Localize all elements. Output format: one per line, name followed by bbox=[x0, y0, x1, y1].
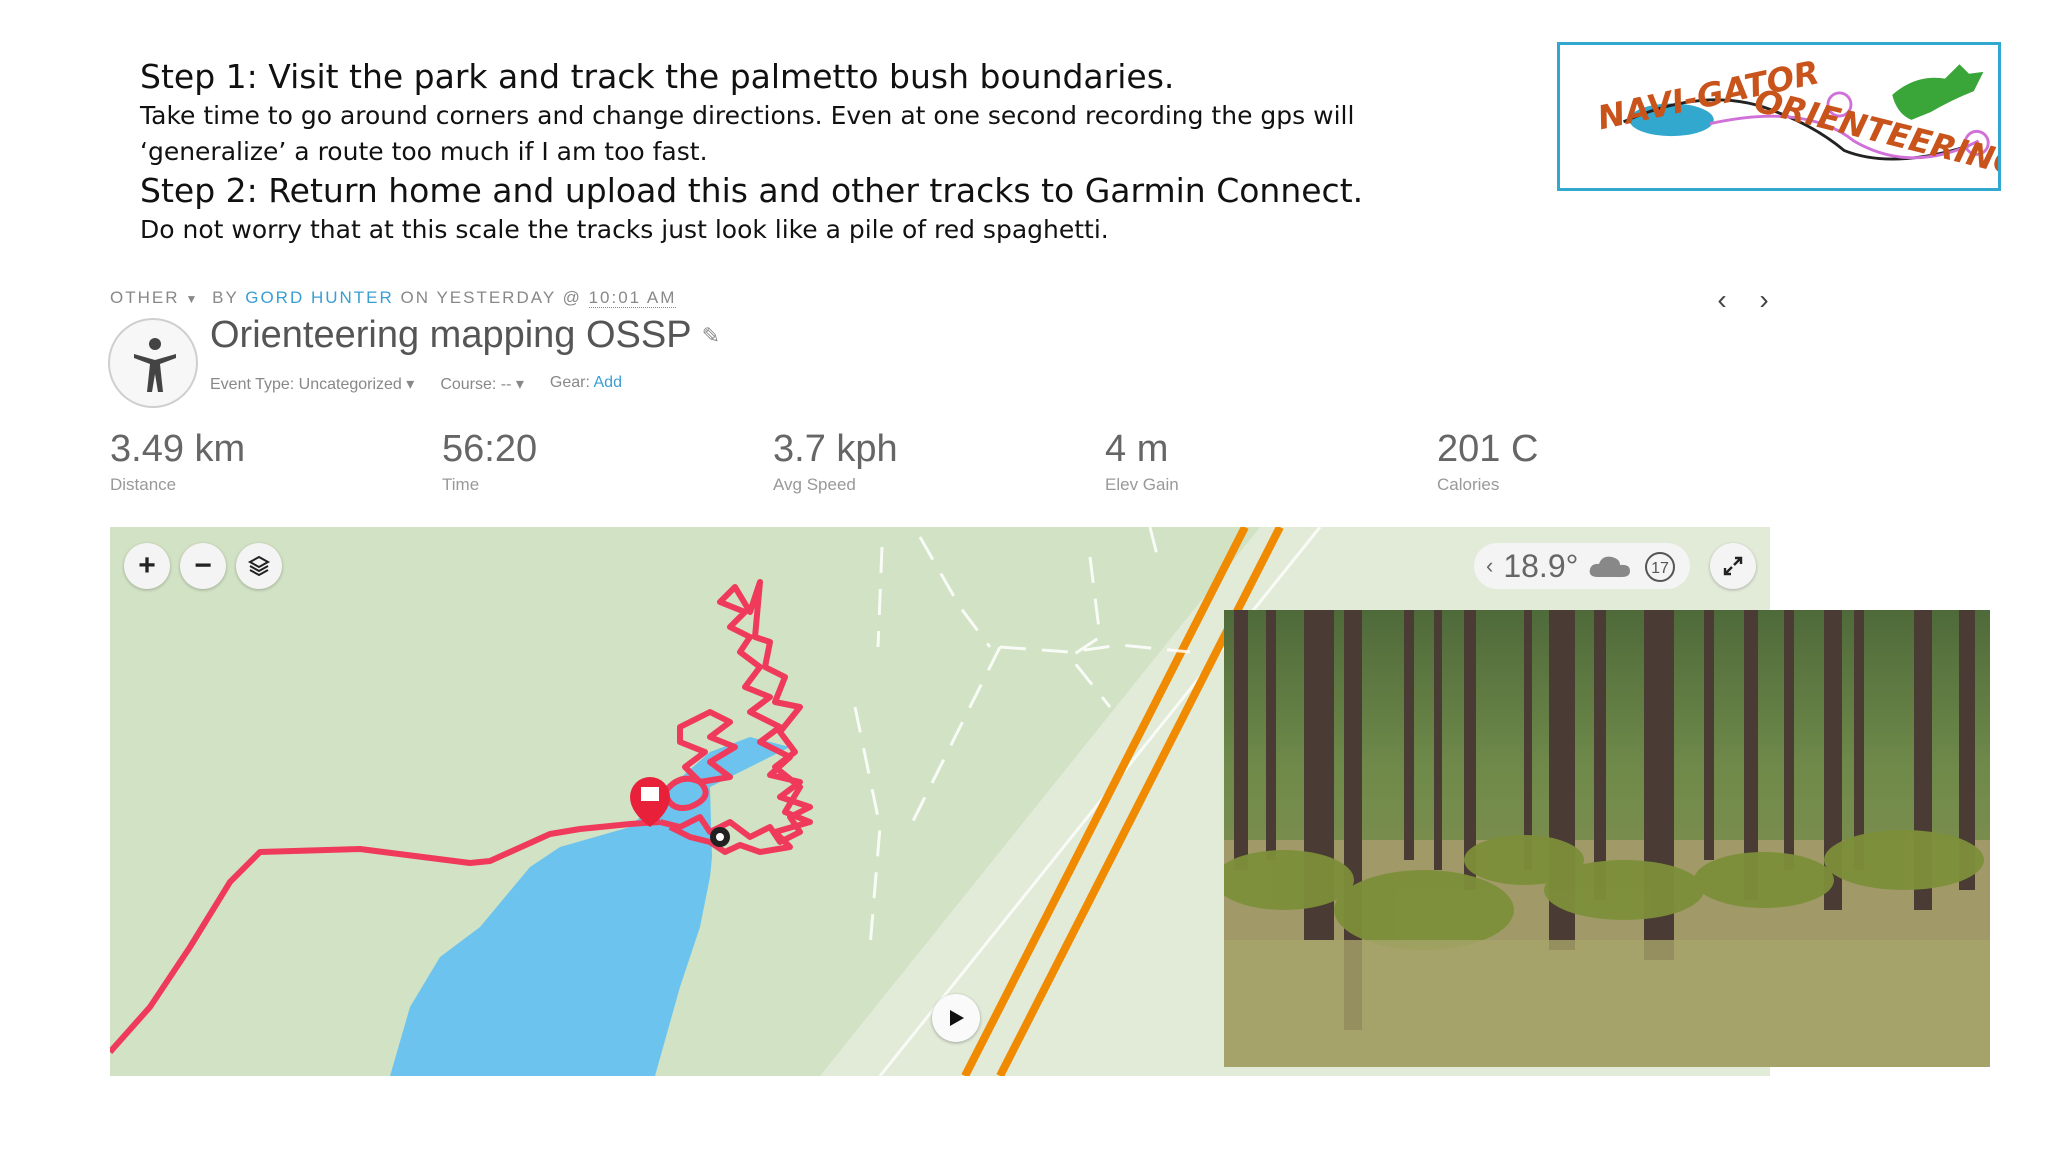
stats-row: 3.49 km Distance 56:20 Time 3.7 kph Avg … bbox=[110, 424, 1538, 504]
person-activity-icon bbox=[108, 318, 198, 408]
activity-nav: ‹ › bbox=[1710, 286, 1776, 314]
stat-calories: 201 C Calories bbox=[1437, 424, 1538, 496]
step-1-body-line-2: ‘generalize’ a route too much if I am to… bbox=[140, 137, 708, 166]
stat-value: 4 m bbox=[1105, 428, 1169, 470]
previous-activity-button[interactable]: ‹ bbox=[1710, 286, 1734, 314]
caret-down-icon: ▼ bbox=[185, 292, 200, 306]
temperature: 18.9° bbox=[1503, 547, 1579, 584]
course-label: Course: -- bbox=[440, 376, 512, 393]
play-icon bbox=[950, 1010, 964, 1026]
chevron-left-icon[interactable]: ‹ bbox=[1486, 553, 1493, 579]
stat-distance: 3.49 km Distance bbox=[110, 424, 245, 496]
next-activity-button[interactable]: › bbox=[1752, 286, 1776, 314]
event-type-dropdown[interactable]: Event Type: Uncategorized ▾ bbox=[210, 374, 414, 394]
author-link[interactable]: GORD HUNTER bbox=[245, 288, 394, 307]
category-label: OTHER bbox=[110, 288, 180, 307]
fullscreen-button[interactable] bbox=[1710, 543, 1756, 589]
play-button[interactable] bbox=[932, 994, 980, 1042]
step-2-body: Do not worry that at this scale the trac… bbox=[140, 215, 1109, 244]
stat-label: Avg Speed bbox=[773, 475, 856, 494]
on-label: ON YESTERDAY @ bbox=[400, 288, 582, 307]
course-dropdown[interactable]: Course: -- ▾ bbox=[440, 374, 524, 394]
caret-down-icon: ▾ bbox=[406, 376, 415, 393]
timer-badge: 17 bbox=[1652, 560, 1670, 577]
gear-field: Gear: Add bbox=[550, 374, 622, 394]
weather-widget: ‹ 18.9° 17 bbox=[1474, 543, 1691, 589]
zoom-in-button[interactable]: + bbox=[124, 543, 170, 589]
map-zoom-controls: + − bbox=[124, 543, 282, 589]
instructions-block: Step 1: Visit the park and track the pal… bbox=[140, 56, 1440, 248]
activity-title: Orienteering mapping OSSP ✎ bbox=[210, 314, 720, 357]
stat-label: Time bbox=[442, 475, 480, 494]
stat-label: Calories bbox=[1437, 475, 1500, 494]
step-1-body-line-1: Take time to go around corners and chang… bbox=[140, 101, 1355, 130]
navi-gator-logo: NAVI-GATOR ORIENTEERING bbox=[1557, 42, 2001, 191]
stat-value: 3.49 km bbox=[110, 428, 246, 470]
stat-value: 201 C bbox=[1437, 428, 1539, 470]
stat-label: Distance bbox=[110, 475, 177, 494]
event-type-label: Event Type: Uncategorized bbox=[210, 376, 402, 393]
logo-artwork: NAVI-GATOR ORIENTEERING bbox=[1594, 53, 1998, 185]
layers-icon bbox=[247, 555, 271, 577]
timer-icon: 17 bbox=[1645, 552, 1676, 582]
logo-text-line-2: ORIENTEERING bbox=[1751, 82, 1998, 185]
cloud-icon bbox=[1590, 556, 1631, 577]
activity-sub-meta: Event Type: Uncategorized ▾ Course: -- ▾… bbox=[210, 374, 622, 394]
by-label: BY bbox=[212, 288, 239, 307]
map-layers-button[interactable] bbox=[236, 543, 282, 589]
stat-avg-speed: 3.7 kph Avg Speed bbox=[773, 424, 898, 496]
stat-elev-gain: 4 m Elev Gain bbox=[1105, 424, 1179, 496]
palmetto-forest-photo bbox=[1224, 610, 1990, 1067]
step-2-title: Step 2: Return home and upload this and … bbox=[140, 171, 1364, 210]
gear-label: Gear: bbox=[549, 374, 590, 391]
activity-category-dropdown[interactable]: OTHER ▼ bbox=[110, 288, 205, 307]
activity-title-text: Orienteering mapping OSSP bbox=[210, 314, 692, 356]
stat-value: 56:20 bbox=[442, 428, 538, 470]
stat-time: 56:20 Time bbox=[442, 424, 537, 496]
stat-value: 3.7 kph bbox=[773, 428, 898, 470]
caret-down-icon: ▾ bbox=[515, 376, 524, 393]
expand-icon bbox=[1723, 556, 1743, 576]
activity-meta-line: OTHER ▼ BY GORD HUNTER ON YESTERDAY @ 10:… bbox=[110, 288, 677, 308]
zoom-out-button[interactable]: − bbox=[180, 543, 226, 589]
step-1-title: Step 1: Visit the park and track the pal… bbox=[140, 57, 1175, 96]
pencil-icon[interactable]: ✎ bbox=[702, 323, 720, 349]
activity-time: 10:01 AM bbox=[588, 288, 677, 308]
add-gear-link[interactable]: Add bbox=[594, 374, 622, 391]
stat-label: Elev Gain bbox=[1105, 475, 1179, 494]
